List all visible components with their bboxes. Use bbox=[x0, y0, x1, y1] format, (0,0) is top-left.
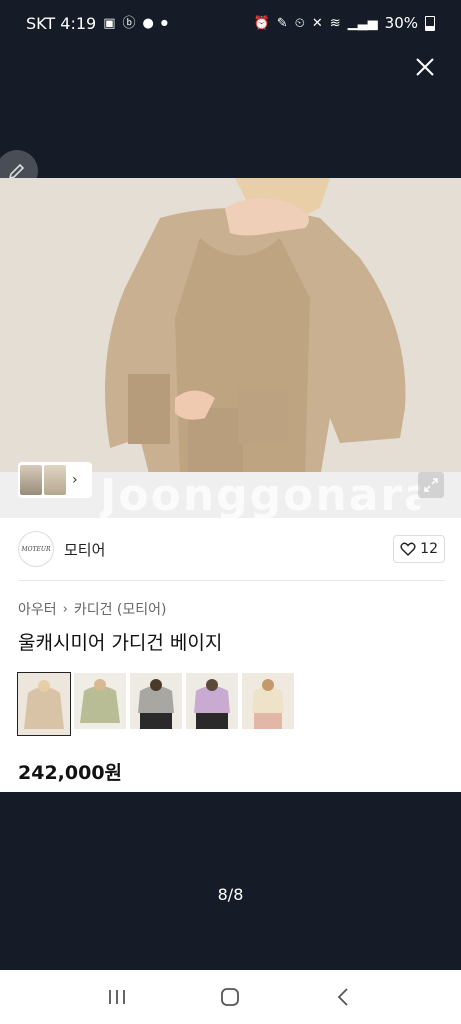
expand-icon bbox=[424, 478, 438, 492]
back-button[interactable] bbox=[324, 977, 364, 1017]
color-thumbnail-gray[interactable] bbox=[130, 673, 182, 729]
battery-text: 30% bbox=[384, 14, 418, 32]
thumbnail-green-image bbox=[74, 673, 126, 729]
product-info-panel: MOTEUR 모티어 12 아우터 › 카디건 (모티어) 울캐시미어 가디건 … bbox=[0, 518, 461, 792]
thumbnail-gray-image bbox=[130, 673, 182, 729]
thumbnail-mini-2 bbox=[44, 465, 66, 495]
color-thumbnail-beige[interactable] bbox=[17, 672, 71, 736]
color-thumbnail-cream[interactable] bbox=[242, 673, 294, 729]
chat-icon: ● bbox=[142, 15, 154, 31]
product-title: 울캐시미어 가디건 베이지 bbox=[18, 632, 223, 654]
close-icon bbox=[416, 58, 434, 76]
image-counter: 8/8 bbox=[217, 885, 244, 904]
breadcrumb: 아우터 › 카디건 (모티어) bbox=[18, 599, 167, 619]
seller-name[interactable]: 모티어 bbox=[64, 539, 105, 560]
alarm-icon: ⏲ bbox=[294, 15, 305, 31]
chevron-right-icon: › bbox=[72, 472, 78, 488]
seller-logo-text: MOTEUR bbox=[21, 545, 51, 553]
alarm-lock-icon: ⏰ bbox=[253, 15, 270, 31]
mute-icon: ✕ bbox=[311, 15, 323, 31]
product-price: 242,000원 bbox=[18, 762, 123, 784]
recent-apps-icon bbox=[108, 990, 125, 1004]
seller-row[interactable]: MOTEUR 모티어 12 bbox=[18, 530, 445, 568]
breadcrumb-subcategory[interactable]: 카디건 (모티어) bbox=[74, 599, 167, 619]
gallery-icon: ▣ bbox=[103, 15, 116, 31]
status-bar: SKT 4:19 ▣ ⓑ ● ● ⏰ ✎ ⏲ ✕ ≋ ▁▃▅ 30% bbox=[0, 0, 461, 46]
back-icon bbox=[337, 988, 348, 1006]
status-left: SKT 4:19 ▣ ⓑ ● ● bbox=[26, 14, 168, 33]
expand-button[interactable] bbox=[418, 472, 444, 498]
breadcrumb-separator-icon: › bbox=[62, 601, 68, 617]
close-button[interactable] bbox=[410, 52, 440, 82]
heart-icon bbox=[400, 542, 416, 556]
b-app-icon: ⓑ bbox=[122, 15, 136, 31]
battery-icon bbox=[425, 15, 435, 31]
color-thumbnail-green[interactable] bbox=[74, 673, 126, 729]
signal-icon: ▁▃▅ bbox=[347, 15, 378, 31]
wifi-icon: ≋ bbox=[329, 15, 341, 31]
color-thumbnail-lavender[interactable] bbox=[186, 673, 238, 729]
pen-icon: ✎ bbox=[276, 15, 288, 31]
like-button[interactable]: 12 bbox=[393, 535, 445, 563]
watermark: Joonggonara bbox=[100, 470, 420, 518]
thumbnail-cream-image bbox=[242, 673, 294, 729]
home-icon bbox=[221, 988, 240, 1006]
thumbnail-lavender-image bbox=[186, 673, 238, 729]
recent-apps-button[interactable] bbox=[97, 977, 137, 1017]
breadcrumb-category[interactable]: 아우터 bbox=[18, 599, 57, 619]
image-thumbnail-toggle[interactable]: › bbox=[18, 462, 92, 498]
status-right: ⏰ ✎ ⏲ ✕ ≋ ▁▃▅ 30% bbox=[254, 14, 435, 32]
home-button[interactable] bbox=[210, 977, 250, 1017]
dot-icon: ● bbox=[160, 18, 168, 27]
thumbnail-mini-1 bbox=[20, 465, 42, 495]
system-nav-bar bbox=[0, 970, 461, 1024]
carrier-time: SKT 4:19 bbox=[26, 13, 97, 33]
seller-logo[interactable]: MOTEUR bbox=[18, 531, 54, 567]
color-thumbnails bbox=[17, 672, 294, 739]
thumbnail-beige-image bbox=[18, 673, 70, 735]
divider bbox=[18, 580, 445, 581]
like-count: 12 bbox=[420, 541, 438, 557]
